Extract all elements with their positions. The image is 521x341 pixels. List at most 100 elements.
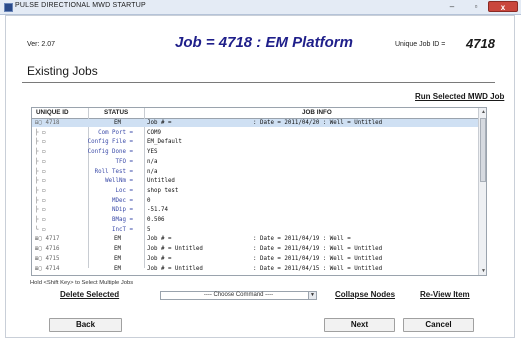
- scroll-down-icon[interactable]: ▼: [479, 267, 486, 275]
- job-number-cell: Job # =: [147, 120, 172, 126]
- property-key-cell: TFO =: [115, 158, 133, 165]
- status-cell: EM: [114, 120, 121, 126]
- property-value-cell: COM9: [147, 129, 161, 136]
- tree-child-row[interactable]: ├ ▭ Com Port = COM9: [32, 129, 478, 137]
- unique-id-cell: ├ ▭: [35, 168, 46, 175]
- unique-id-label: Unique Job ID =: [395, 41, 446, 48]
- grid-header: UNIQUE ID STATUS JOB INFO: [32, 108, 478, 119]
- cancel-button[interactable]: Cancel: [403, 318, 474, 332]
- job-date-cell: : Date = 2011/04/19 : Well = Untitled: [253, 255, 383, 262]
- version-label: Ver: 2.07: [27, 41, 56, 48]
- unique-id-cell: ├ ▭: [35, 158, 46, 165]
- title-bar: PULSE DIRECTIONAL MWD STARTUP – ▫ x: [0, 0, 521, 15]
- job-number-cell: Job # = Untitled: [147, 265, 203, 272]
- status-cell: EM: [114, 236, 121, 243]
- tree-child-row[interactable]: ├ ▭ Config Done = YES: [32, 148, 478, 156]
- property-value-cell: -51.74: [147, 207, 168, 214]
- property-value-cell: Untitled: [147, 178, 175, 185]
- dropdown-arrow-icon[interactable]: ▼: [308, 292, 316, 299]
- review-item-link[interactable]: Re-View Item: [420, 290, 470, 299]
- unique-id-cell: ├ ▭: [35, 187, 46, 194]
- tree-child-row[interactable]: ├ ▭ BMag = 0.506: [32, 216, 478, 224]
- status-cell: EM: [114, 246, 121, 253]
- column-header-status[interactable]: STATUS: [104, 109, 128, 116]
- unique-id-cell: ├ ▭: [35, 129, 46, 136]
- unique-id-cell: ⊞▢ 4716: [35, 246, 60, 253]
- table-row[interactable]: ⊞▢ 4714 EM Job # = Untitled : Date = 2011/0…: [32, 265, 478, 273]
- multi-select-hint: Hold <Shift Key> to Select Multiple Jobs: [30, 280, 134, 286]
- property-value-cell: 5: [147, 226, 151, 233]
- property-key-cell: Roll Test =: [94, 168, 133, 175]
- property-value-cell: 0: [147, 197, 151, 204]
- command-dropdown-value: ---- Choose Command ----: [203, 292, 274, 298]
- tree-child-row[interactable]: ├ ▭ TFO = n/a: [32, 158, 478, 166]
- property-key-cell: Config File =: [87, 139, 133, 146]
- job-date-cell: : Date = 2011/04/19 : Well =: [253, 236, 351, 243]
- header-divider: [22, 82, 495, 83]
- unique-id-cell: ⊞▢ 4715: [35, 255, 60, 262]
- status-cell: EM: [114, 255, 121, 262]
- delete-selected-link[interactable]: Delete Selected: [60, 290, 119, 299]
- unique-id-cell: ├ ▭: [35, 217, 46, 223]
- unique-id-cell: ├ ▭: [35, 178, 46, 185]
- property-key-cell: Loc =: [115, 187, 133, 194]
- app-icon: [4, 3, 13, 12]
- property-key-cell: MDec =: [112, 197, 133, 204]
- property-key-cell: WellNm =: [105, 178, 133, 185]
- maximize-button[interactable]: ▫: [464, 1, 488, 12]
- job-number-cell: Job # = Untitled: [147, 246, 203, 253]
- tree-child-row[interactable]: ├ ▭ MDec = 0: [32, 197, 478, 205]
- unique-id-cell: ├ ▭: [35, 207, 46, 214]
- property-value-cell: n/a: [147, 158, 158, 165]
- close-button[interactable]: x: [488, 1, 518, 12]
- property-value-cell: 0.506: [147, 217, 165, 223]
- minimize-button[interactable]: –: [440, 1, 464, 12]
- scroll-up-icon[interactable]: ▲: [479, 108, 486, 116]
- job-date-cell: : Date = 2011/04/19 : Well = Untitled: [253, 246, 383, 253]
- vertical-scrollbar[interactable]: ▲ ▼: [478, 108, 486, 275]
- job-date-cell: : Date = 2011/04/20 : Well = Untitled: [253, 120, 383, 126]
- unique-id-cell: ⊞▢ 4717: [35, 236, 60, 243]
- table-row[interactable]: ⊞▢ 4716 EM Job # = Untitled : Date = 2011/0…: [32, 245, 478, 253]
- property-value-cell: shop test: [147, 187, 179, 194]
- property-value-cell: EM_Default: [147, 139, 182, 146]
- status-cell: EM: [114, 265, 121, 272]
- section-title: Existing Jobs: [27, 64, 98, 78]
- column-header-unique-id[interactable]: UNIQUE ID: [36, 109, 69, 116]
- table-row[interactable]: ⊞▢ 4717 EM Job # = : Date = 2011/04/19 : We…: [32, 235, 478, 243]
- unique-id-value: 4718: [466, 36, 495, 51]
- property-key-cell: Config Done =: [87, 149, 133, 156]
- command-dropdown[interactable]: ---- Choose Command ---- ▼: [160, 291, 317, 300]
- property-key-cell: BMag =: [112, 217, 133, 223]
- column-header-job-info[interactable]: JOB INFO: [302, 109, 332, 116]
- tree-child-row[interactable]: ├ ▭ WellNm = Untitled: [32, 177, 478, 185]
- unique-id-cell: ⊞▢ 4714: [35, 265, 60, 272]
- collapse-nodes-link[interactable]: Collapse Nodes: [335, 290, 395, 299]
- tree-child-row[interactable]: ├ ▭ NDip = -51.74: [32, 206, 478, 214]
- tree-child-row[interactable]: └ ▭ IncT = 5: [32, 226, 478, 234]
- unique-id-cell: ├ ▭: [35, 149, 46, 156]
- tree-child-row[interactable]: ├ ▭ Loc = shop test: [32, 187, 478, 195]
- next-button[interactable]: Next: [324, 318, 395, 332]
- window-title: PULSE DIRECTIONAL MWD STARTUP: [15, 2, 146, 9]
- unique-id-cell: ⊟▢ 4718: [35, 120, 60, 126]
- tree-child-row[interactable]: ├ ▭ Roll Test = n/a: [32, 168, 478, 176]
- job-date-cell: : Date = 2011/04/15 : Well = Untitled: [253, 265, 383, 272]
- property-value-cell: n/a: [147, 168, 158, 175]
- job-number-cell: Job # =: [147, 255, 172, 262]
- tree-child-row[interactable]: ├ ▭ Config File = EM_Default: [32, 138, 478, 146]
- unique-id-cell: ├ ▭: [35, 139, 46, 146]
- back-button[interactable]: Back: [49, 318, 122, 332]
- property-key-cell: Com Port =: [98, 129, 133, 136]
- table-row[interactable]: ⊟▢ 4718 EM Job # = : Date = 2011/04/20 : We…: [32, 119, 478, 127]
- job-title: Job = 4718 : EM Platform: [175, 34, 353, 51]
- property-key-cell: IncT =: [112, 226, 133, 233]
- jobs-grid[interactable]: UNIQUE ID STATUS JOB INFO ⊟▢ 4718 EM Job #…: [31, 107, 487, 276]
- property-key-cell: NDip =: [112, 207, 133, 214]
- run-selected-job-link[interactable]: Run Selected MWD Job: [415, 92, 504, 101]
- scroll-thumb[interactable]: [480, 118, 486, 182]
- property-value-cell: YES: [147, 149, 158, 156]
- job-number-cell: Job # =: [147, 236, 172, 243]
- unique-id-cell: ├ ▭: [35, 197, 46, 204]
- table-row[interactable]: ⊞▢ 4715 EM Job # = : Date = 2011/04/19 : We…: [32, 255, 478, 263]
